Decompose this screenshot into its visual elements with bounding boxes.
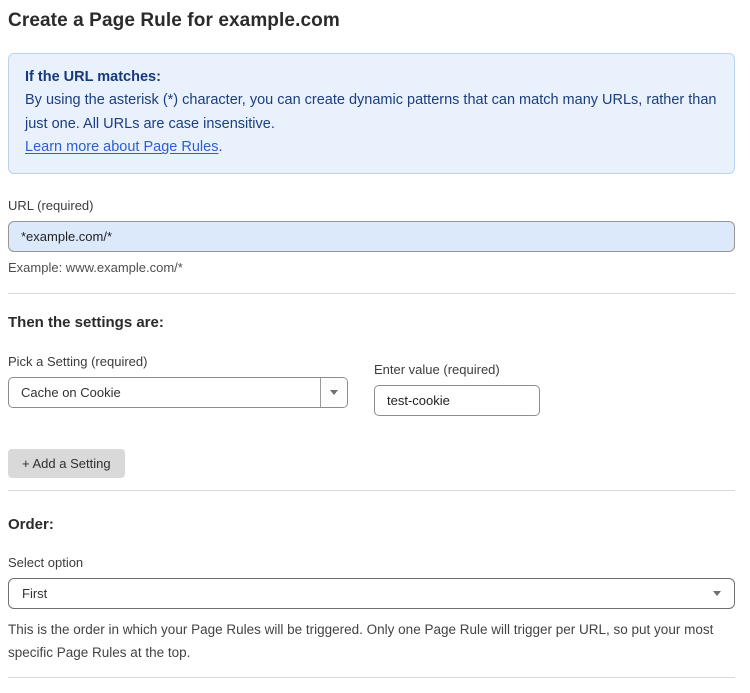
add-setting-button[interactable]: + Add a Setting [8,448,125,478]
url-input[interactable] [8,220,735,252]
link-suffix: . [218,139,223,156]
setting-picker-column: Pick a Setting (required) Cache on Cooki… [8,354,348,408]
page-title: Create a Page Rule for example.com [8,10,340,31]
setting-picker-label: Pick a Setting (required) [8,353,148,369]
learn-more-link[interactable]: Learn more about Page Rules [25,139,218,155]
divider [8,677,735,679]
chevron-down-icon [330,389,338,395]
setting-picker-select[interactable]: Cache on Cookie [8,376,348,408]
info-box-body: By using the asterisk (*) character, you… [25,92,717,132]
order-helper-text: This is the order in which your Page Rul… [8,621,714,661]
url-match-info-box: If the URL matches: By using the asteris… [8,53,735,174]
divider [8,292,735,294]
setting-picker-value: Cache on Cookie [21,384,121,400]
divider [8,489,735,491]
info-link-line: Learn more about Page Rules. [25,136,718,159]
create-page-rule-form: Create a Page Rule for example.com If th… [0,0,750,693]
order-select-label: Select option [8,554,84,570]
settings-row: Pick a Setting (required) Cache on Cooki… [8,354,735,416]
setting-value-label: Enter value (required) [374,361,500,377]
setting-value-input[interactable] [374,384,540,416]
url-example-helper: Example: www.example.com/* [8,259,183,275]
order-select-value: First [22,585,48,601]
chevron-down-icon [713,590,721,596]
order-select[interactable]: First [8,577,735,609]
order-section-heading: Order: [8,515,54,533]
url-field-label: URL (required) [8,197,94,213]
info-box-heading: If the URL matches: [25,69,161,85]
settings-section-heading: Then the settings are: [8,313,164,331]
setting-picker-arrow-button[interactable] [320,377,347,407]
setting-value-column: Enter value (required) [374,362,540,416]
